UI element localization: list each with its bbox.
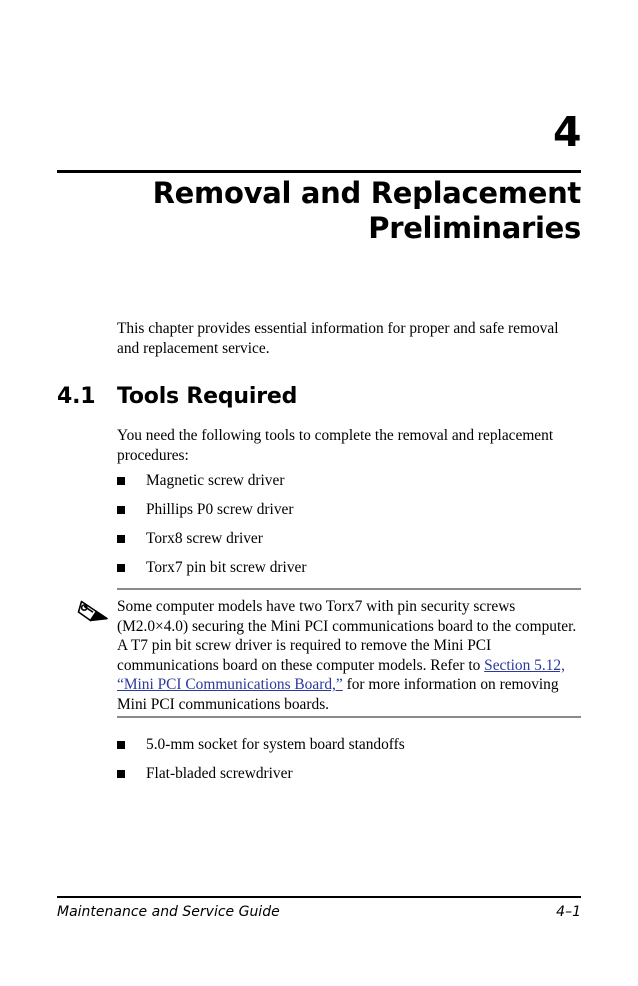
list-item: Magnetic screw driver [117, 471, 581, 490]
additional-tools-list: 5.0-mm socket for system board standoffs… [117, 735, 581, 793]
footer-divider-rule [57, 896, 581, 898]
note-callout-top-rule [117, 588, 581, 590]
list-item: Torx8 screw driver [117, 529, 581, 548]
square-bullet-icon [117, 564, 125, 572]
footer-page-number: 4–1 [556, 904, 581, 920]
list-item-label: 5.0-mm socket for system board standoffs [146, 736, 405, 753]
square-bullet-icon [117, 477, 125, 485]
document-page: 4 Removal and Replacement Preliminaries … [0, 0, 638, 986]
section-intro-paragraph: You need the following tools to complete… [117, 427, 554, 464]
page-footer: Maintenance and Service Guide 4–1 [57, 902, 581, 922]
tools-required-list: Magnetic screw driver Phillips P0 screw … [117, 471, 581, 587]
list-item: Phillips P0 screw driver [117, 500, 581, 519]
square-bullet-icon [117, 741, 125, 749]
list-item: Flat-bladed screwdriver [117, 764, 581, 783]
note-callout-text: Some computer models have two Torx7 with… [117, 597, 585, 715]
chapter-title-line-2: Preliminaries [368, 211, 581, 245]
footer-guide-title: Maintenance and Service Guide [57, 904, 280, 920]
list-item: 5.0-mm socket for system board standoffs [117, 735, 581, 754]
section-title: Tools Required [117, 384, 298, 409]
list-item-label: Phillips P0 screw driver [146, 501, 294, 518]
square-bullet-icon [117, 770, 125, 778]
square-bullet-icon [117, 535, 125, 543]
chapter-number: 4 [552, 108, 582, 156]
list-item: Torx7 pin bit screw driver [117, 558, 581, 577]
square-bullet-icon [117, 506, 125, 514]
section-heading-tools-required: 4.1 Tools Required [57, 383, 581, 410]
page-title: Removal and Replacement Preliminaries [57, 176, 582, 246]
list-item-label: Magnetic screw driver [146, 472, 285, 489]
pencil-icon [76, 598, 116, 634]
section-number: 4.1 [57, 384, 96, 409]
list-item-label: Torx8 screw driver [146, 530, 263, 547]
chapter-title-line-1: Removal and Replacement [152, 176, 582, 210]
list-item-label: Torx7 pin bit screw driver [146, 559, 307, 576]
chapter-intro-paragraph: This chapter provides essential informat… [117, 320, 559, 357]
note-callout-bottom-rule [117, 716, 581, 718]
list-item-label: Flat-bladed screwdriver [146, 765, 293, 782]
chapter-divider-rule [57, 170, 581, 173]
